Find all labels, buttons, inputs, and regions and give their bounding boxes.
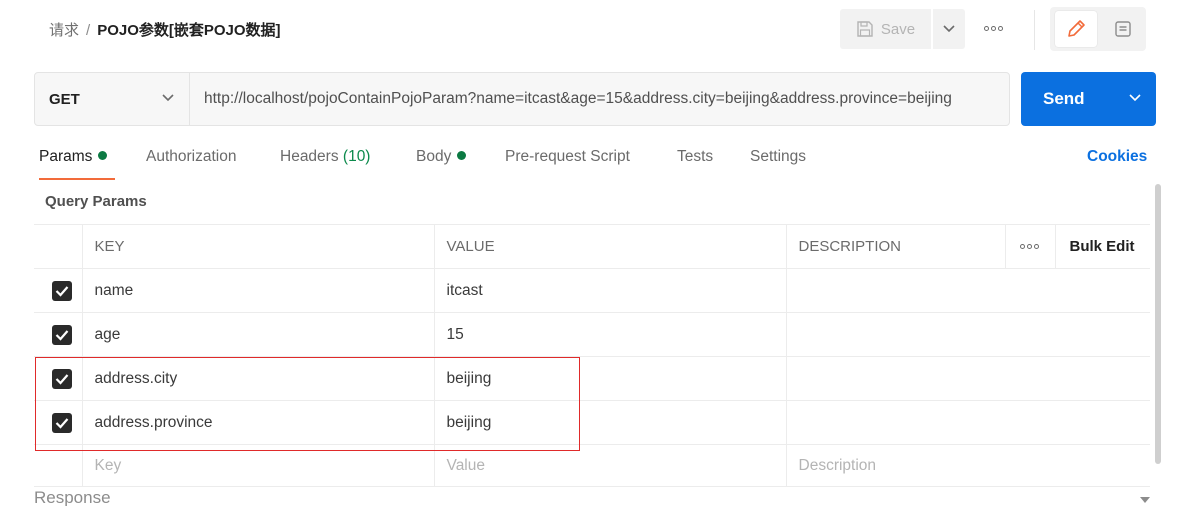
edit-mode-button[interactable] <box>1055 11 1097 47</box>
query-params-table: KEY VALUE DESCRIPTION Bulk Edit name itc… <box>34 224 1150 487</box>
column-header-value: VALUE <box>434 224 787 269</box>
tab-authorization[interactable]: Authorization <box>146 148 236 166</box>
column-header-description: DESCRIPTION <box>786 224 1006 269</box>
table-row: address.city beijing <box>34 356 1150 401</box>
param-value[interactable]: beijing <box>434 356 787 401</box>
save-group: Save <box>840 9 965 49</box>
table-row: address.province beijing <box>34 400 1150 445</box>
save-icon <box>857 21 873 37</box>
chevron-down-icon <box>943 25 955 33</box>
param-key[interactable]: age <box>82 312 435 357</box>
tab-headers[interactable]: Headers (10) <box>280 148 370 166</box>
save-button[interactable]: Save <box>840 9 931 49</box>
row-checkbox-cell <box>34 268 83 313</box>
divider <box>1034 10 1035 50</box>
checkmark-icon <box>55 373 69 385</box>
checkbox-header <box>34 224 83 269</box>
row-checkbox-cell <box>34 356 83 401</box>
more-dot <box>998 26 1003 31</box>
view-mode-toggle <box>1050 7 1146 51</box>
param-value[interactable]: itcast <box>434 268 787 313</box>
column-options-button[interactable] <box>1005 224 1056 269</box>
more-options-button[interactable] <box>984 26 1003 31</box>
more-dot <box>1026 244 1032 249</box>
param-key[interactable]: address.city <box>82 356 435 401</box>
new-description-input[interactable]: Description <box>786 444 1150 487</box>
tab-label: Headers <box>280 148 339 165</box>
param-key[interactable]: address.province <box>82 400 435 445</box>
more-dot <box>1019 244 1025 249</box>
tab-settings[interactable]: Settings <box>750 148 806 166</box>
breadcrumb-parent[interactable]: 请求 <box>49 22 79 39</box>
row-checkbox[interactable] <box>52 368 72 389</box>
document-icon <box>1115 21 1131 37</box>
table-row: age 15 <box>34 312 1150 357</box>
row-checkbox-cell <box>34 400 83 445</box>
row-checkbox[interactable] <box>52 412 72 433</box>
checkmark-icon <box>55 329 69 341</box>
tab-label: Authorization <box>146 148 237 165</box>
row-checkbox[interactable] <box>52 324 72 345</box>
table-header-row: KEY VALUE DESCRIPTION Bulk Edit <box>34 224 1150 269</box>
checkmark-icon <box>55 285 69 297</box>
checkmark-icon <box>55 417 69 429</box>
param-value[interactable]: beijing <box>434 400 787 445</box>
save-label: Save <box>880 20 916 38</box>
tab-pre-request-script[interactable]: Pre-request Script <box>505 148 630 166</box>
new-value-input[interactable]: Value <box>434 444 787 487</box>
request-bar: GET http://localhost/pojoContainPojoPara… <box>34 72 1010 126</box>
active-tab-underline <box>39 178 115 180</box>
headers-count: (10) <box>342 148 371 165</box>
param-description[interactable] <box>786 312 1150 357</box>
more-dot <box>984 26 989 31</box>
tab-params[interactable]: Params <box>39 148 115 180</box>
more-horizontal-icon <box>1019 244 1055 249</box>
breadcrumb-separator: / <box>86 22 91 39</box>
caret-down-icon[interactable] <box>1140 497 1150 503</box>
chevron-down-icon <box>162 94 174 102</box>
row-checkbox-cell <box>34 312 83 357</box>
query-params-title: Query Params <box>45 193 147 210</box>
chevron-down-icon[interactable] <box>1129 94 1141 102</box>
param-description[interactable] <box>786 400 1150 445</box>
send-label: Send <box>1043 89 1085 108</box>
top-bar: 请求 / POJO参数[嵌套POJO数据] Save <box>0 0 1177 60</box>
tab-label: Body <box>416 148 452 165</box>
breadcrumb: 请求 / POJO参数[嵌套POJO数据] <box>49 19 281 40</box>
tab-label: Tests <box>677 148 714 165</box>
active-indicator-icon <box>457 151 467 160</box>
table-row: name itcast <box>34 268 1150 313</box>
active-indicator-icon <box>98 151 108 160</box>
new-param-row: Key Value Description <box>34 444 1150 487</box>
param-description[interactable] <box>786 356 1150 401</box>
response-title[interactable]: Response <box>34 488 111 506</box>
tab-tests[interactable]: Tests <box>677 148 713 166</box>
more-dot <box>1033 244 1039 249</box>
row-checkbox-cell <box>34 444 83 487</box>
send-button[interactable]: Send <box>1021 72 1156 126</box>
tab-label: Params <box>39 148 93 165</box>
param-key[interactable]: name <box>82 268 435 313</box>
param-value[interactable]: 15 <box>434 312 787 357</box>
scrollbar[interactable] <box>1155 184 1161 464</box>
more-dot <box>991 26 996 31</box>
request-title[interactable]: POJO参数[嵌套POJO数据] <box>97 22 280 39</box>
url-input[interactable]: http://localhost/pojoContainPojoParam?na… <box>204 90 1004 108</box>
column-header-key: KEY <box>82 224 435 269</box>
tab-body[interactable]: Body <box>416 148 467 166</box>
pencil-icon <box>1068 20 1085 37</box>
row-checkbox[interactable] <box>52 280 72 301</box>
tab-label: Settings <box>750 148 807 165</box>
param-description[interactable] <box>786 268 1150 313</box>
tab-label: Pre-request Script <box>505 148 630 165</box>
save-dropdown-button[interactable] <box>933 9 965 49</box>
documentation-button[interactable] <box>1105 11 1141 47</box>
new-key-input[interactable]: Key <box>82 444 435 487</box>
bulk-edit-button[interactable]: Bulk Edit <box>1055 224 1150 269</box>
cookies-link[interactable]: Cookies <box>1087 148 1147 166</box>
method-label: GET <box>49 90 80 108</box>
